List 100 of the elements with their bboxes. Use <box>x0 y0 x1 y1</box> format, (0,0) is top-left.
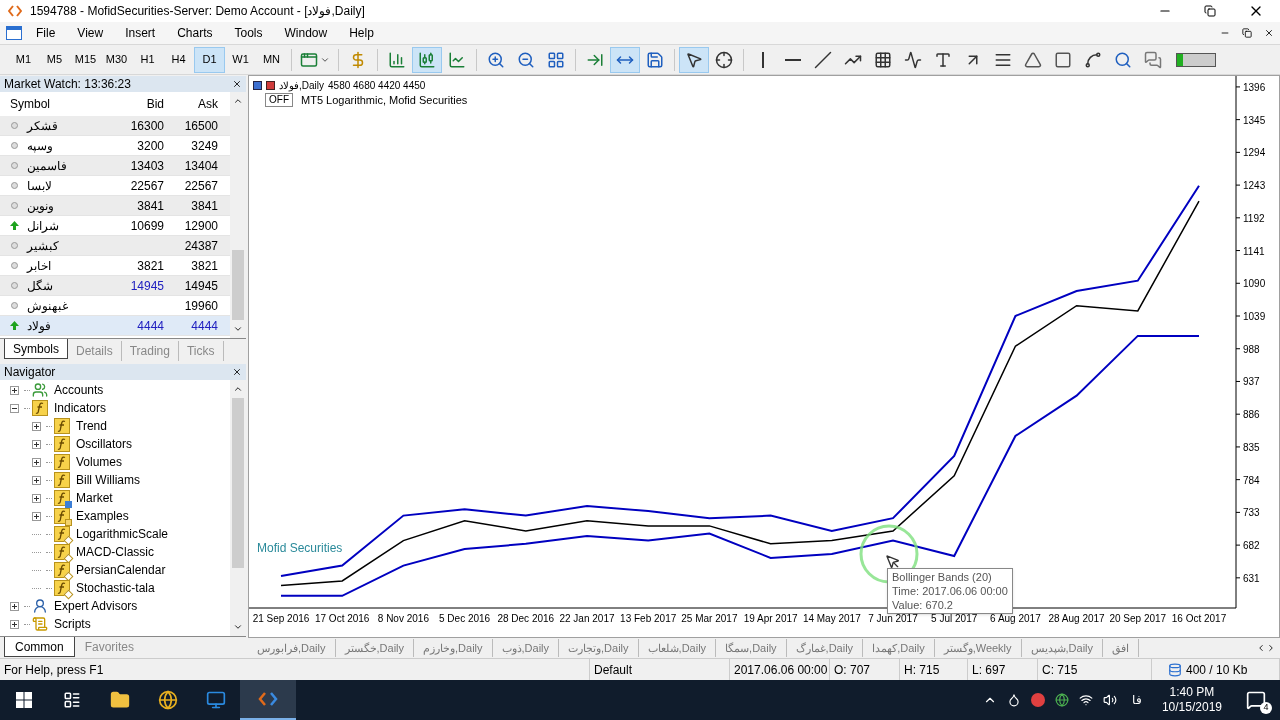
volume-icon[interactable] <box>1102 693 1117 707</box>
column-header[interactable]: Bid <box>110 95 164 113</box>
timeframe-button[interactable]: M5 <box>39 46 70 73</box>
child-restore-icon[interactable] <box>1242 28 1252 38</box>
menu-item[interactable]: Insert <box>125 24 156 42</box>
menu-item[interactable]: File <box>36 24 56 42</box>
expander-toggle[interactable] <box>10 619 19 629</box>
scroll-icon <box>32 616 48 632</box>
chart-tab[interactable]: وخارزم,Daily <box>414 639 493 657</box>
navigator-item[interactable]: Oscillators <box>76 435 132 453</box>
toolbar-button[interactable] <box>679 46 709 73</box>
expander-toggle[interactable] <box>32 511 41 521</box>
scroll-thumb[interactable] <box>232 398 244 568</box>
navigator-item[interactable]: Volumes <box>76 453 123 471</box>
navigator-item[interactable]: Accounts <box>54 381 104 399</box>
clock[interactable]: 1:40 PM 10/15/2019 <box>1161 685 1222 715</box>
navigator-item[interactable]: Scripts <box>54 615 91 633</box>
menu-item[interactable]: Help <box>349 24 374 42</box>
timeframe-button[interactable]: M30 <box>101 46 132 73</box>
users-icon <box>32 382 48 398</box>
restore-icon[interactable] <box>1204 5 1216 17</box>
chart-tab[interactable]: شلعاب,Daily <box>638 639 717 657</box>
chart-tab[interactable]: خگستر,Daily <box>335 639 415 657</box>
status-text: C: 715 <box>1042 661 1078 679</box>
expander-toggle[interactable] <box>32 439 41 449</box>
menu-item[interactable]: Window <box>284 24 328 42</box>
scroll-thumb[interactable] <box>232 250 244 320</box>
scroll-right-icon[interactable] <box>1266 643 1276 653</box>
navigator-item[interactable]: Indicators <box>54 399 107 417</box>
panel-tab[interactable]: Common <box>4 637 75 657</box>
timeframe-button[interactable]: W1 <box>225 46 256 73</box>
chart-tab[interactable]: وگستر,Weekly <box>934 639 1022 657</box>
ask-value: 3841 <box>191 198 218 213</box>
menu-item[interactable]: View <box>77 24 104 42</box>
scroll-down-icon[interactable] <box>233 622 243 632</box>
panel-title: Navigator <box>4 364 56 381</box>
globe-icon[interactable] <box>1054 693 1069 707</box>
chart-tab[interactable]: کهمدا,Daily <box>863 639 935 657</box>
diagonal-line-icon <box>814 50 832 69</box>
menu-item[interactable]: Charts <box>177 24 213 42</box>
notifications-icon[interactable] <box>1246 690 1266 710</box>
chart-tab[interactable]: افق <box>1103 639 1140 657</box>
expander-toggle[interactable] <box>32 421 41 431</box>
scroll-up-icon[interactable] <box>233 96 243 106</box>
date-label: 7 Jun 2017 <box>868 613 918 624</box>
price-label: 1243 <box>1243 180 1266 192</box>
symbol-name: فولاد <box>27 317 51 335</box>
ask-value: 4444 <box>191 318 218 333</box>
navigator-item[interactable]: Expert Advisors <box>54 597 138 615</box>
chart-tab[interactable]: وتجارت,Daily <box>559 639 639 657</box>
navigator-item[interactable]: PersianCalendar <box>76 561 166 579</box>
expander-toggle[interactable] <box>32 457 41 467</box>
timeframe-button[interactable]: MN <box>256 46 287 73</box>
clock-time: 1:40 PM <box>1169 685 1215 700</box>
expander-toggle[interactable] <box>10 385 19 395</box>
timeframe-button[interactable]: H1 <box>132 46 163 73</box>
navigator-item[interactable]: Bill Williams <box>76 471 140 489</box>
wifi-icon[interactable] <box>1078 693 1093 707</box>
navigator-item[interactable]: Examples <box>76 507 129 525</box>
droplet-icon[interactable] <box>1006 693 1021 707</box>
navigator-item[interactable]: Market <box>76 489 113 507</box>
timeframe-button[interactable]: M15 <box>70 46 101 73</box>
chart-tab[interactable]: غمارگ,Daily <box>786 639 864 657</box>
bid-value: 3841 <box>137 198 164 213</box>
price-label: 733 <box>1243 507 1260 519</box>
connection-meter <box>1176 52 1216 67</box>
bid-value: 14945 <box>130 278 164 293</box>
close-icon[interactable] <box>232 367 242 377</box>
timeframe-button[interactable]: M1 <box>8 46 39 73</box>
navigator-item[interactable]: MACD-Classic <box>76 543 154 561</box>
scrollbar[interactable] <box>230 92 246 338</box>
panel-tab[interactable]: Symbols <box>4 339 68 359</box>
timeframe-button[interactable]: D1 <box>194 46 225 73</box>
chart-tab[interactable]: فرابورس,Daily <box>248 639 336 657</box>
scroll-left-icon[interactable] <box>1256 643 1266 653</box>
expander-toggle[interactable] <box>10 403 19 413</box>
scroll-up-icon[interactable] <box>233 384 243 394</box>
expander-toggle[interactable] <box>32 493 41 503</box>
scroll-down-icon[interactable] <box>233 324 243 334</box>
scrollbar[interactable] <box>230 380 246 636</box>
chart-tab[interactable]: ذوب,Daily <box>492 639 560 657</box>
column-header[interactable]: Symbol <box>0 95 110 113</box>
child-close-icon[interactable] <box>1264 28 1274 38</box>
candlestick-icon <box>418 50 436 69</box>
menu-item[interactable]: Tools <box>234 24 263 42</box>
navigator-item[interactable]: Trend <box>76 417 107 435</box>
chart-tab[interactable]: شپدیس,Daily <box>1021 639 1104 657</box>
chart-tab[interactable]: سمگا,Daily <box>716 639 787 657</box>
tray-app-icon[interactable] <box>1030 693 1045 707</box>
scale-toggle-button[interactable]: OFF <box>265 93 293 108</box>
expander-toggle[interactable] <box>10 601 19 611</box>
expander-toggle[interactable] <box>32 475 41 485</box>
ask-value: 16500 <box>184 118 218 133</box>
navigator-item[interactable]: LogarithmicScale <box>76 525 169 543</box>
close-icon[interactable] <box>232 79 242 89</box>
column-header[interactable]: Ask <box>164 95 220 113</box>
navigator-item[interactable]: Stochastic-tala <box>76 579 155 597</box>
timeframe-button[interactable]: H4 <box>163 46 194 73</box>
ask-value: 24387 <box>184 238 218 253</box>
language-indicator[interactable]: فا <box>1131 691 1142 709</box>
